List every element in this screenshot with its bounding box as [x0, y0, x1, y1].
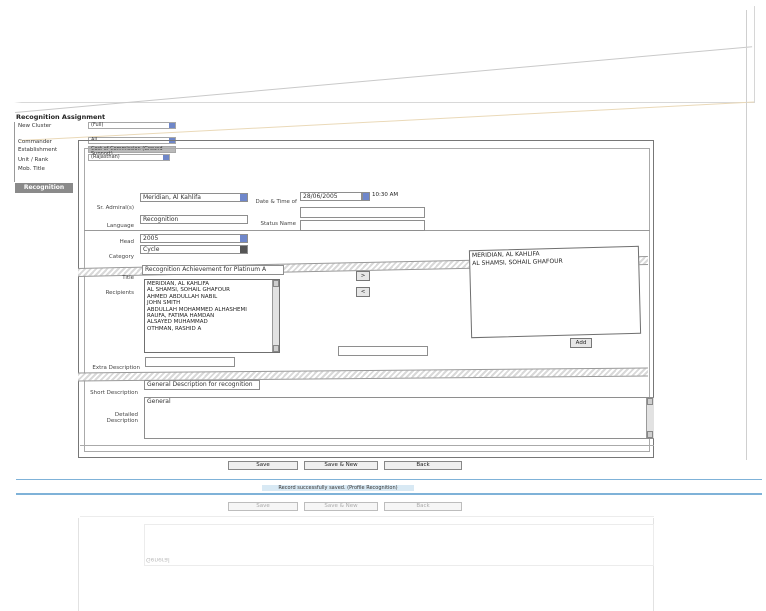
head-select[interactable]: 2005: [140, 234, 248, 243]
head-label: Head: [119, 239, 134, 245]
selected-recipients-list[interactable]: MERIDIAN, AL KAHLIFA AL SHAMSI, SOHAIL G…: [468, 245, 642, 339]
time-value: 10:30 AM: [372, 192, 399, 198]
section-divider: [80, 445, 654, 446]
select-value: Meridian, Al Kahlifa: [143, 194, 201, 201]
extra-description-input[interactable]: [145, 357, 235, 367]
save-new-button[interactable]: Save & New: [304, 461, 378, 470]
background-sheet: [14, 6, 755, 103]
select-value: 2005: [143, 235, 159, 242]
filter-label: Unit / Rank: [18, 157, 49, 163]
save-button[interactable]: Save: [228, 461, 298, 470]
extra-description-label: Extra Description: [92, 365, 140, 371]
scroll-up-icon[interactable]: [647, 398, 653, 405]
status-bar-line: [16, 479, 762, 480]
admiral-select[interactable]: Meridian, Al Kahlifa: [140, 193, 248, 202]
dropdown-arrow-icon: [240, 235, 247, 242]
filter-label: Mob. Title: [18, 166, 45, 172]
recipients-label: Recipients: [105, 290, 134, 296]
filter-title: Recognition Assignment: [16, 113, 106, 121]
admiral-label: Sr. Admiral(s): [96, 205, 134, 211]
reflection-divider: [80, 516, 654, 517]
select-value: (Full): [91, 122, 104, 128]
detailed-description-label: Detailed Description: [106, 412, 138, 424]
short-description-label: Short Description: [90, 390, 138, 396]
scroll-down-icon[interactable]: [273, 345, 279, 352]
reflection: Save Save & New Back General: [0, 498, 766, 611]
available-recipients-list[interactable]: MERIDIAN, AL KAHLIFA AL SHAMSI, SOHAIL G…: [144, 279, 280, 353]
back-button-reflection: Back: [384, 502, 462, 511]
move-right-button[interactable]: >: [356, 271, 370, 281]
scroll-up-icon[interactable]: [273, 280, 279, 287]
sheet-right-edge: [746, 10, 747, 460]
scroll-down-icon[interactable]: [647, 431, 653, 438]
extra-input[interactable]: [300, 220, 425, 231]
search-recipient-input[interactable]: [338, 346, 428, 356]
back-button[interactable]: Back: [384, 461, 462, 470]
add-button[interactable]: Add: [570, 338, 592, 348]
select-value: Cycle: [143, 246, 160, 253]
category-label: Category: [108, 254, 134, 260]
title-input[interactable]: Recognition Achievement for Platinum A: [142, 265, 284, 275]
language-label: Language: [106, 223, 134, 229]
date-picker-button[interactable]: [362, 192, 370, 201]
new-cluster-select[interactable]: (Full): [88, 122, 176, 129]
recognition-tab[interactable]: Recognition: [15, 183, 73, 193]
filter-label: New Cluster: [18, 123, 52, 129]
status-name-label: Status Name: [260, 221, 296, 227]
short-description-input[interactable]: General Description for recognition: [144, 380, 260, 390]
filter-label: Establishment: [18, 147, 58, 153]
list-scrollbar[interactable]: [272, 280, 279, 352]
category-select[interactable]: Cycle: [140, 245, 248, 254]
title-label: Title: [122, 275, 134, 281]
list-item[interactable]: OTHMAN, RASHID A: [147, 326, 277, 332]
dropdown-arrow-icon: [169, 123, 175, 128]
language-input[interactable]: Recognition: [140, 215, 248, 224]
textarea-scrollbar[interactable]: [646, 398, 654, 438]
reflection-textarea: [144, 524, 654, 566]
date-input[interactable]: 28/06/2005: [300, 192, 362, 201]
status-bar-line: [16, 493, 762, 495]
move-left-button[interactable]: <: [356, 287, 370, 297]
status-name-input[interactable]: [300, 207, 425, 218]
detailed-description-textarea[interactable]: General: [144, 397, 654, 439]
date-label: Date & Time of: [255, 199, 297, 205]
dropdown-arrow-icon: [240, 246, 247, 253]
filter-label: Commander: [18, 139, 52, 145]
reflection-text: General: [146, 556, 170, 563]
status-message: Record successfully saved. (Profile Reco…: [262, 485, 414, 491]
save-new-button-reflection: Save & New: [304, 502, 378, 511]
save-button-reflection: Save: [228, 502, 298, 511]
